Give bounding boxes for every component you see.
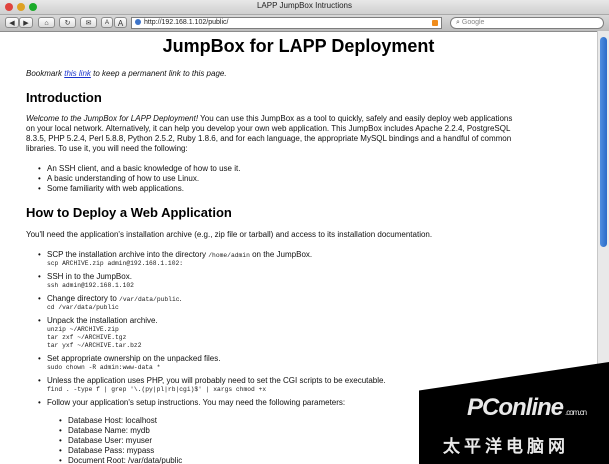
step-text: Change directory to xyxy=(47,294,120,303)
code-block: cd /var/data/public xyxy=(47,304,119,311)
forward-arrow-icon: ▶ xyxy=(23,20,29,27)
rss-icon[interactable] xyxy=(432,20,438,26)
bookmark-text-post: to keep a permanent link to this page. xyxy=(90,69,227,78)
intro-line-2: on your local network. Alternatively, it… xyxy=(26,124,511,133)
intro-heading: Introduction xyxy=(26,90,102,105)
intro-line-1: You can use this JumpBox as a tool to qu… xyxy=(198,114,513,123)
param-item: Database Host: localhost xyxy=(59,416,157,426)
list-item: An SSH client, and a basic knowledge of … xyxy=(38,164,240,174)
deploy-intro: You'll need the application's installati… xyxy=(26,230,433,239)
deploy-step-2: SSH in to the JumpBox. xyxy=(38,272,132,282)
bookmark-icon: ✉ xyxy=(85,20,92,27)
deploy-step-1: SCP the installation archive into the di… xyxy=(38,250,313,260)
deploy-heading: How to Deploy a Web Application xyxy=(26,205,232,220)
watermark-logo: PConline .com.cn xyxy=(467,394,587,422)
code-block: sudo chown -R admin:www-data * xyxy=(47,364,161,371)
intro-lead: Welcome to the JumpBox for LAPP Deployme… xyxy=(26,114,199,123)
page-title: JumpBox for LAPP Deployment xyxy=(162,36,435,56)
param-item: Database Name: mydb xyxy=(59,426,150,436)
address-text: http://192.168.1.102/public/ xyxy=(144,19,229,26)
search-placeholder: Google xyxy=(461,19,485,26)
home-button[interactable]: ⌂ xyxy=(38,17,55,28)
browser-toolbar: ◀ ▶ ⌂ ↻ ✉ A A http://192.168.1.102/publi… xyxy=(0,15,609,32)
param-item: Database Pass: mypass xyxy=(59,446,154,456)
bookmark-button[interactable]: ✉ xyxy=(80,17,97,28)
intro-line-4: libraries. To use it, you will need the … xyxy=(26,144,188,153)
scrollbar-thumb[interactable] xyxy=(600,37,607,247)
reload-button[interactable]: ↻ xyxy=(59,17,76,28)
step-text-end: . xyxy=(179,294,182,303)
intro-paragraph: Welcome to the JumpBox for LAPP Deployme… xyxy=(26,114,594,124)
bookmark-note: Bookmark this link to keep a permanent l… xyxy=(26,69,594,79)
back-arrow-icon: ◀ xyxy=(9,20,15,27)
favicon-icon xyxy=(135,19,141,26)
deploy-step-6: Unless the application uses PHP, you wil… xyxy=(38,376,386,386)
inline-code: /home/admin xyxy=(208,252,250,259)
deploy-step-7: Follow your application's setup instruct… xyxy=(38,398,345,408)
text-larger-button[interactable]: A xyxy=(114,17,127,28)
inline-code: /var/data/public xyxy=(119,296,180,303)
step-text: SCP the installation archive into the di… xyxy=(47,250,209,259)
forward-button[interactable]: ▶ xyxy=(19,17,33,28)
code-block: find . -type f | grep '\.(py|pl|rb|cgi)$… xyxy=(47,386,267,393)
back-button[interactable]: ◀ xyxy=(5,17,19,28)
watermark-domain: .com.cn xyxy=(565,408,587,417)
search-field[interactable]: ⌕ Google xyxy=(450,17,604,29)
list-item: Some familiarity with web applications. xyxy=(38,184,184,194)
home-icon: ⌂ xyxy=(44,20,49,27)
bookmark-text-pre: Bookmark xyxy=(26,69,65,78)
window-title: LAPP JumpBox Intructions xyxy=(256,1,352,10)
watermark-brand: PConline xyxy=(467,394,564,421)
text-smaller-button[interactable]: A xyxy=(101,17,113,28)
param-item: Document Root: /var/data/public xyxy=(59,456,182,464)
deploy-step-4: Unpack the installation archive. xyxy=(38,316,158,326)
address-bar[interactable]: http://192.168.1.102/public/ xyxy=(131,17,442,29)
reload-icon: ↻ xyxy=(64,20,71,27)
window-titlebar: LAPP JumpBox Intructions xyxy=(0,0,609,15)
code-block: scp ARCHIVE.zip admin@192.168.1.102: xyxy=(47,260,184,267)
code-block: ssh admin@192.168.1.102 xyxy=(47,282,134,289)
watermark-chinese: 太平洋电脑网 xyxy=(443,437,569,456)
deploy-step-5: Set appropriate ownership on the unpacke… xyxy=(38,354,220,364)
step-text-end: on the JumpBox. xyxy=(249,250,313,259)
search-icon: ⌕ xyxy=(456,19,460,26)
param-item: Database User: myuser xyxy=(59,436,152,446)
intro-line-3: 8.3.5, PHP 5.2.4, Perl 5.8.8, Python 2.5… xyxy=(26,134,512,143)
list-item: A basic understanding of how to use Linu… xyxy=(38,174,199,184)
bookmark-link[interactable]: this link xyxy=(64,69,91,78)
code-block: unzip ~/ARCHIVE.zip tar zxf ~/ARCHIVE.tg… xyxy=(47,326,142,349)
deploy-step-3: Change directory to /var/data/public. xyxy=(38,294,182,304)
